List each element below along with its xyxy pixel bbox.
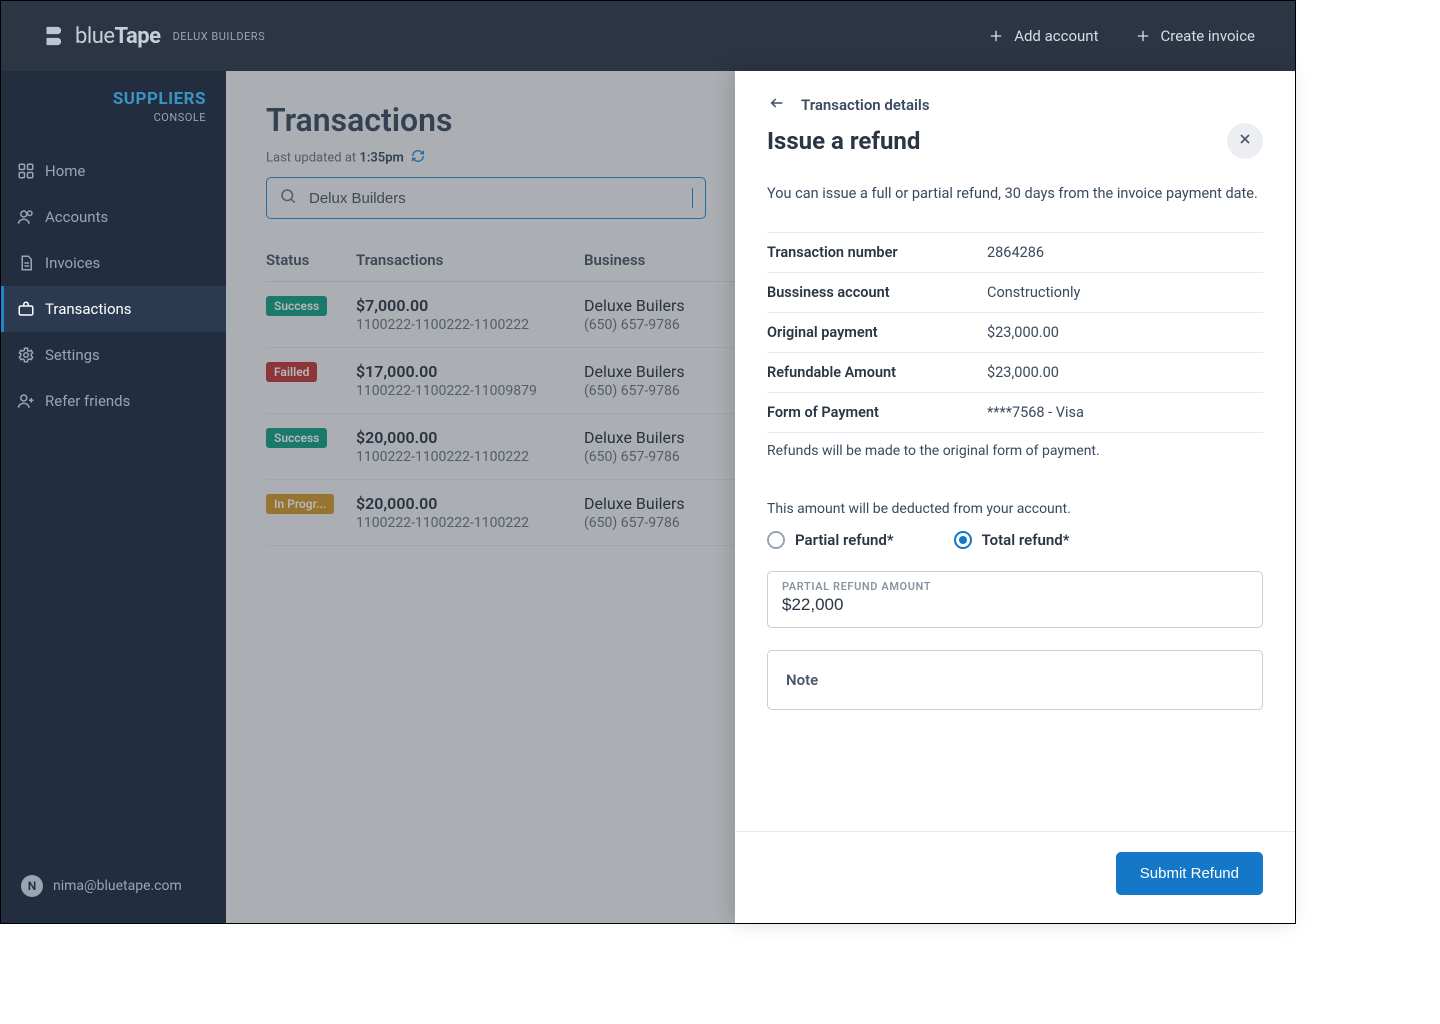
create-invoice-button[interactable]: Create invoice [1135, 27, 1256, 45]
detail-value: $23,000.00 [987, 364, 1059, 381]
refund-drawer: Transaction details Issue a refund You c… [735, 71, 1295, 923]
create-invoice-label: Create invoice [1161, 27, 1256, 45]
sidebar-footer[interactable]: N nima@bluetape.com [1, 855, 226, 923]
partial-amount-field[interactable]: PARTIAL REFUND AMOUNT [767, 571, 1263, 628]
back-button[interactable]: Transaction details [767, 95, 1263, 115]
detail-label: Transaction number [767, 244, 987, 261]
detail-label: Original payment [767, 324, 987, 341]
refund-type-radios: Partial refund* Total refund* [767, 531, 1263, 549]
sidebar-item-settings[interactable]: Settings [1, 332, 226, 378]
briefcase-icon [17, 300, 35, 318]
document-icon [17, 254, 35, 272]
sidebar-item-transactions[interactable]: Transactions [1, 286, 226, 332]
brand-logo-icon [41, 25, 63, 47]
refund-note: Refunds will be made to the original for… [767, 443, 1263, 459]
sidebar-item-label: Accounts [45, 208, 108, 226]
sidebar-item-label: Refer friends [45, 392, 130, 410]
detail-value: Constructionly [987, 284, 1080, 301]
detail-value: ****7568 - Visa [987, 404, 1084, 421]
total-refund-label: Total refund* [982, 531, 1070, 549]
sidebar-item-label: Invoices [45, 254, 100, 272]
sidebar-item-invoices[interactable]: Invoices [1, 240, 226, 286]
sidebar-item-label: Settings [45, 346, 100, 364]
total-refund-radio[interactable]: Total refund* [954, 531, 1070, 549]
note-placeholder: Note [786, 671, 818, 689]
add-account-label: Add account [1014, 27, 1098, 45]
drawer-footer: Submit Refund [735, 831, 1295, 923]
sidebar-item-accounts[interactable]: Accounts [1, 194, 226, 240]
sidebar: SUPPLIERS CONSOLE Home Accounts Invoices [1, 71, 226, 923]
plus-icon [1135, 28, 1151, 44]
user-plus-icon [17, 392, 35, 410]
org-name: DELUX BUILDERS [173, 30, 266, 43]
sidebar-subtitle: CONSOLE [21, 111, 206, 124]
top-header: blueTape DELUX BUILDERS Add account Crea… [1, 1, 1295, 71]
sidebar-item-label: Home [45, 162, 85, 180]
detail-row: Form of Payment ****7568 - Visa [767, 393, 1263, 433]
arrow-left-icon [767, 95, 787, 115]
drawer-title: Issue a refund [767, 127, 920, 155]
radio-icon [767, 531, 785, 549]
sidebar-item-refer[interactable]: Refer friends [1, 378, 226, 424]
submit-refund-button[interactable]: Submit Refund [1116, 852, 1263, 895]
users-icon [17, 208, 35, 226]
amount-input[interactable] [782, 595, 1248, 615]
sidebar-item-label: Transactions [45, 300, 132, 318]
note-field[interactable]: Note [767, 650, 1263, 710]
sidebar-nav: Home Accounts Invoices Transactions Sett… [1, 148, 226, 424]
grid-icon [17, 162, 35, 180]
detail-label: Bussiness account [767, 284, 987, 301]
deduct-note: This amount will be deducted from your a… [767, 501, 1263, 517]
detail-row: Bussiness account Constructionly [767, 273, 1263, 313]
detail-value: 2864286 [987, 244, 1044, 261]
close-button[interactable] [1227, 123, 1263, 159]
avatar: N [21, 875, 43, 897]
sidebar-title: SUPPLIERS [21, 89, 206, 109]
sidebar-item-home[interactable]: Home [1, 148, 226, 194]
detail-label: Form of Payment [767, 404, 987, 421]
detail-table: Transaction number 2864286 Bussiness acc… [767, 232, 1263, 433]
brand-name: blueTape [75, 24, 161, 49]
add-account-button[interactable]: Add account [988, 27, 1098, 45]
radio-icon [954, 531, 972, 549]
logo-group: blueTape DELUX BUILDERS [41, 24, 265, 49]
amount-field-label: PARTIAL REFUND AMOUNT [782, 580, 1248, 593]
user-email: nima@bluetape.com [53, 878, 182, 894]
detail-row: Transaction number 2864286 [767, 233, 1263, 273]
partial-refund-label: Partial refund* [795, 531, 894, 549]
plus-icon [988, 28, 1004, 44]
drawer-description: You can issue a full or partial refund, … [767, 185, 1263, 202]
partial-refund-radio[interactable]: Partial refund* [767, 531, 894, 549]
close-icon [1237, 131, 1253, 151]
gear-icon [17, 346, 35, 364]
detail-row: Original payment $23,000.00 [767, 313, 1263, 353]
detail-label: Refundable Amount [767, 364, 987, 381]
detail-row: Refundable Amount $23,000.00 [767, 353, 1263, 393]
back-label: Transaction details [801, 96, 930, 114]
detail-value: $23,000.00 [987, 324, 1059, 341]
